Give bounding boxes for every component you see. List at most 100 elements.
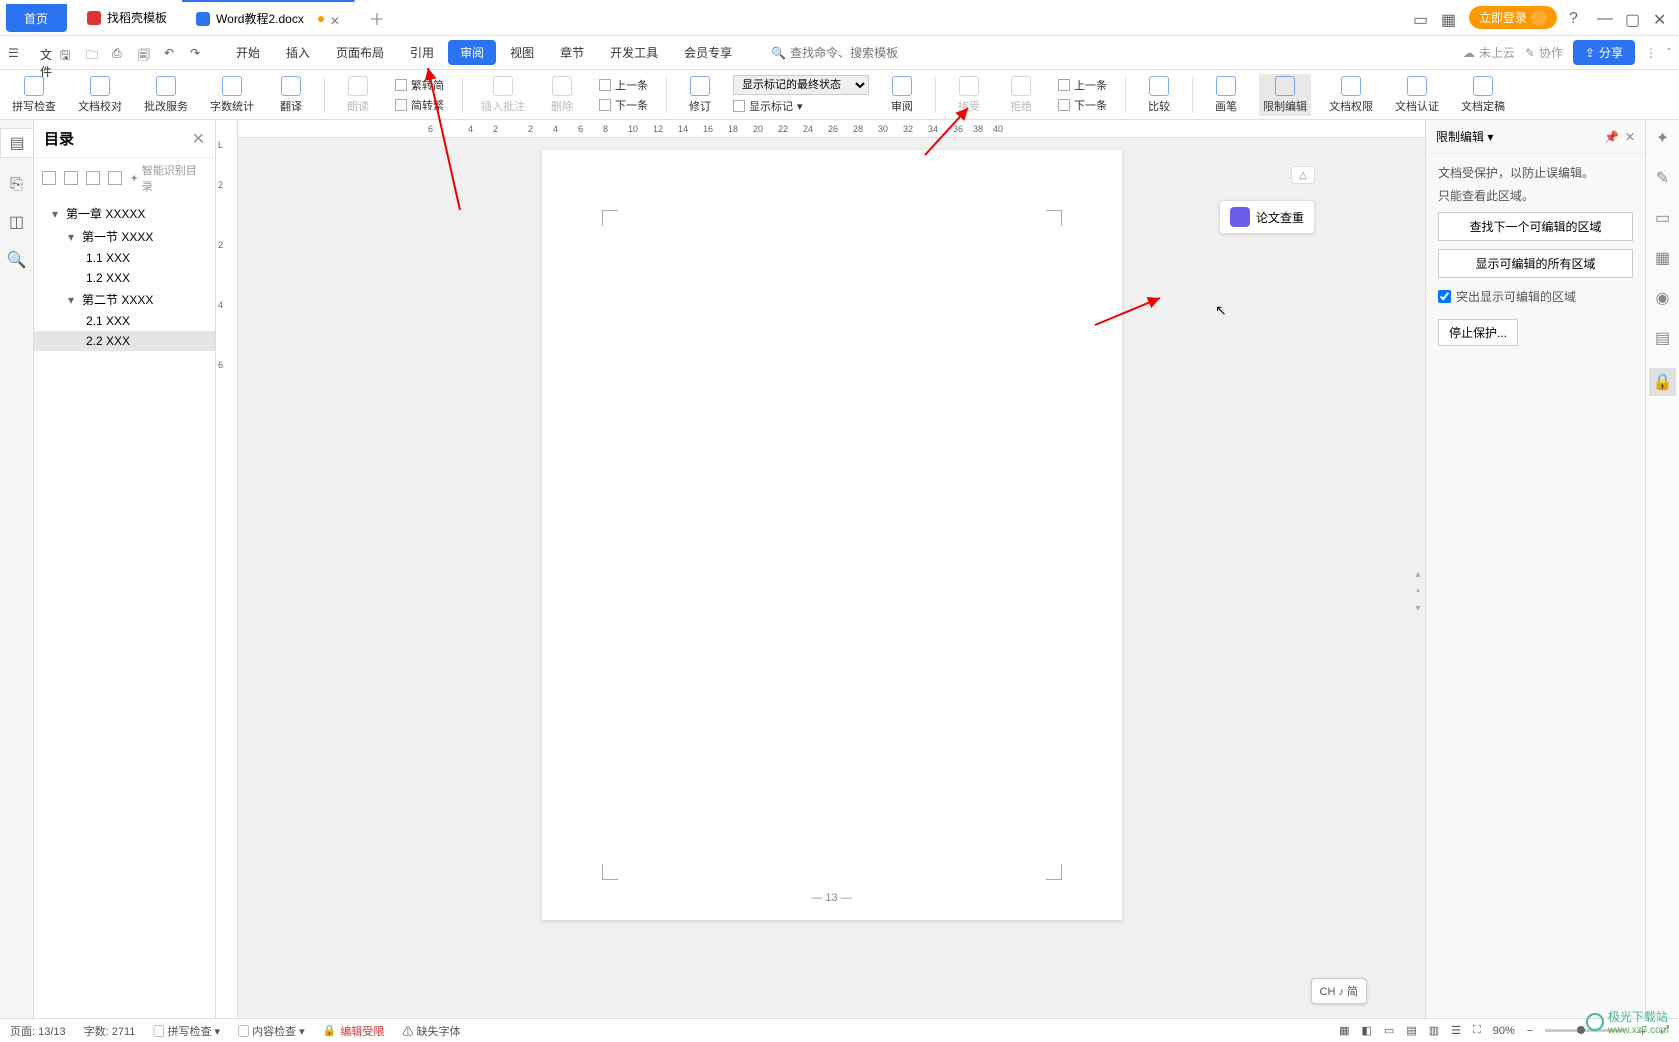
zoom-value[interactable]: 90%: [1493, 1025, 1515, 1037]
delete-comment-button[interactable]: 删除: [543, 74, 581, 116]
view-read-icon[interactable]: ☰: [1451, 1024, 1461, 1037]
view-sidebar-icon[interactable]: ◧: [1362, 1024, 1372, 1037]
ink-button[interactable]: 画笔: [1207, 74, 1245, 116]
command-search[interactable]: 🔍: [764, 43, 937, 63]
save-as-icon[interactable]: 🗀: [86, 46, 100, 60]
s2t-button[interactable]: 繁转简: [391, 76, 448, 94]
zoom-fit-icon[interactable]: ⛶: [1473, 1024, 1481, 1037]
restrict-editing-button[interactable]: 限制编辑: [1259, 74, 1311, 116]
panel-close-icon[interactable]: ✕: [1625, 130, 1635, 144]
outline-remove-icon[interactable]: [108, 171, 122, 185]
tree-item[interactable]: 1.2 XXX: [34, 268, 215, 288]
status-spellcheck[interactable]: ▢ 拼写检查 ▾: [153, 1023, 220, 1039]
search-input[interactable]: [790, 46, 930, 60]
tree-item[interactable]: 1.1 XXX: [34, 248, 215, 268]
highlight-checkbox-input[interactable]: [1438, 290, 1451, 303]
t2s-button[interactable]: 简转繁: [391, 96, 448, 114]
help-icon[interactable]: ◉: [1656, 288, 1670, 308]
select-icon[interactable]: ▭: [1655, 208, 1670, 228]
status-restricted[interactable]: 🔒编辑受限: [323, 1023, 385, 1039]
tab-document[interactable]: Word教程2.docx ✕: [182, 0, 355, 35]
outline-expand-icon[interactable]: [42, 171, 56, 185]
compare-button[interactable]: 比较: [1140, 74, 1178, 116]
scroll-section-icon[interactable]: ▪: [1416, 586, 1420, 597]
outline-close-icon[interactable]: ✕: [192, 129, 205, 149]
tab-reference[interactable]: 引用: [398, 40, 446, 65]
ime-indicator[interactable]: CH ♪ 简: [1311, 978, 1368, 1004]
doc-icon[interactable]: ▤: [1655, 328, 1670, 348]
track-changes-button[interactable]: 修订: [681, 74, 719, 116]
status-contentcheck[interactable]: ▢ 内容检查 ▾: [238, 1023, 305, 1039]
print-preview-icon[interactable]: 🗐: [138, 46, 152, 60]
pin-icon[interactable]: 📌: [1604, 130, 1619, 144]
sparkle-icon[interactable]: ✦: [1656, 128, 1669, 148]
show-markup-button[interactable]: 显示标记 ▾: [733, 98, 869, 114]
bulk-correct-button[interactable]: 批改服务: [140, 74, 192, 116]
apps-icon[interactable]: ▦: [1441, 10, 1457, 26]
paper-check-button[interactable]: 论文查重: [1219, 200, 1315, 234]
prev-change-button[interactable]: 上一条: [1054, 76, 1111, 94]
next-change-button[interactable]: 下一条: [1054, 96, 1111, 114]
prev-comment-button[interactable]: 上一条: [595, 76, 652, 94]
cloud-status[interactable]: ☁未上云: [1463, 44, 1515, 61]
tab-review[interactable]: 审阅: [448, 40, 496, 65]
translate-button[interactable]: 翻译: [272, 74, 310, 116]
scroll-next-icon[interactable]: ▾: [1415, 603, 1420, 614]
page-area[interactable]: 6 4 2 2 4 6 8 10 12 14 16 18 20 22 24 26…: [238, 120, 1425, 1018]
help-icon[interactable]: ?: [1569, 10, 1585, 26]
maximize-icon[interactable]: ▢: [1625, 10, 1641, 26]
stop-protection-button[interactable]: 停止保护...: [1438, 319, 1518, 346]
vertical-ruler[interactable]: L 2 2 4 6: [216, 120, 238, 1018]
read-aloud-button[interactable]: 朗读: [339, 74, 377, 116]
view-web-icon[interactable]: ▤: [1406, 1024, 1416, 1037]
highlight-regions-checkbox[interactable]: 突出显示可编辑的区域: [1438, 288, 1633, 305]
reject-button[interactable]: 拒绝: [1002, 74, 1040, 116]
print-icon[interactable]: ⎙: [112, 46, 126, 60]
tree-item[interactable]: ▾第一节 XXXX: [34, 225, 215, 248]
tab-start[interactable]: 开始: [224, 40, 272, 65]
expand-toolbar-icon[interactable]: △: [1291, 166, 1315, 184]
insert-comment-button[interactable]: 插入批注: [477, 74, 529, 116]
spellcheck-button[interactable]: 拼写检查: [8, 74, 60, 116]
tab-devtools[interactable]: 开发工具: [598, 40, 670, 65]
collapse-ribbon-icon[interactable]: ˆ: [1667, 46, 1671, 60]
tab-view[interactable]: 视图: [498, 40, 546, 65]
tab-insert[interactable]: 插入: [274, 40, 322, 65]
view-outline-icon[interactable]: ▥: [1429, 1024, 1439, 1037]
tab-template[interactable]: 找稻壳模板: [73, 0, 182, 35]
tab-member[interactable]: 会员专享: [672, 40, 744, 65]
scroll-prev-icon[interactable]: ▴: [1415, 569, 1420, 580]
tree-item[interactable]: ▾第一章 XXXXX: [34, 202, 215, 225]
find-tool-icon[interactable]: 🔍: [7, 250, 27, 270]
page[interactable]: — 13 —: [542, 150, 1122, 920]
page-indicator[interactable]: 页面: 13/13: [10, 1023, 66, 1039]
review-pane-button[interactable]: 审阅: [883, 74, 921, 116]
file-menu[interactable]: 文件: [34, 46, 48, 60]
markup-select[interactable]: 显示标记的最终状态: [733, 75, 869, 95]
tab-pagelayout[interactable]: 页面布局: [324, 40, 396, 65]
style-icon[interactable]: ✎: [1656, 168, 1669, 188]
accept-button[interactable]: 接受: [950, 74, 988, 116]
finalize-button[interactable]: 文档定稿: [1457, 74, 1509, 116]
certify-button[interactable]: 文档认证: [1391, 74, 1443, 116]
redo-icon[interactable]: ↷: [190, 46, 204, 60]
zoom-out-icon[interactable]: −: [1527, 1025, 1533, 1037]
tree-item[interactable]: ▾第二节 XXXX: [34, 288, 215, 311]
horizontal-ruler[interactable]: 6 4 2 2 4 6 8 10 12 14 16 18 20 22 24 26…: [238, 120, 1425, 138]
view-grid-icon[interactable]: ▦: [1339, 1024, 1349, 1037]
show-all-regions-button[interactable]: 显示可编辑的所有区域: [1438, 249, 1633, 278]
share-button[interactable]: ⇪分享: [1573, 40, 1635, 65]
permissions-button[interactable]: 文档权限: [1325, 74, 1377, 116]
lock-icon[interactable]: 🔒: [1649, 368, 1677, 396]
smart-outline-button[interactable]: ✦智能识别目录: [130, 162, 207, 194]
minimize-icon[interactable]: —: [1597, 10, 1613, 26]
tab-add[interactable]: ＋: [355, 0, 400, 35]
status-missing-font[interactable]: ⚠ 缺失字体: [402, 1023, 460, 1039]
ribbon-tool-icon[interactable]: ◫: [9, 212, 24, 232]
tab-chapter[interactable]: 章节: [548, 40, 596, 65]
collab-button[interactable]: ✎协作: [1525, 44, 1563, 61]
find-next-region-button[interactable]: 查找下一个可编辑的区域: [1438, 212, 1633, 241]
close-icon[interactable]: ✕: [330, 14, 340, 24]
save-icon[interactable]: 🖫: [60, 46, 74, 60]
outline-tool-icon[interactable]: ▤: [0, 128, 33, 158]
